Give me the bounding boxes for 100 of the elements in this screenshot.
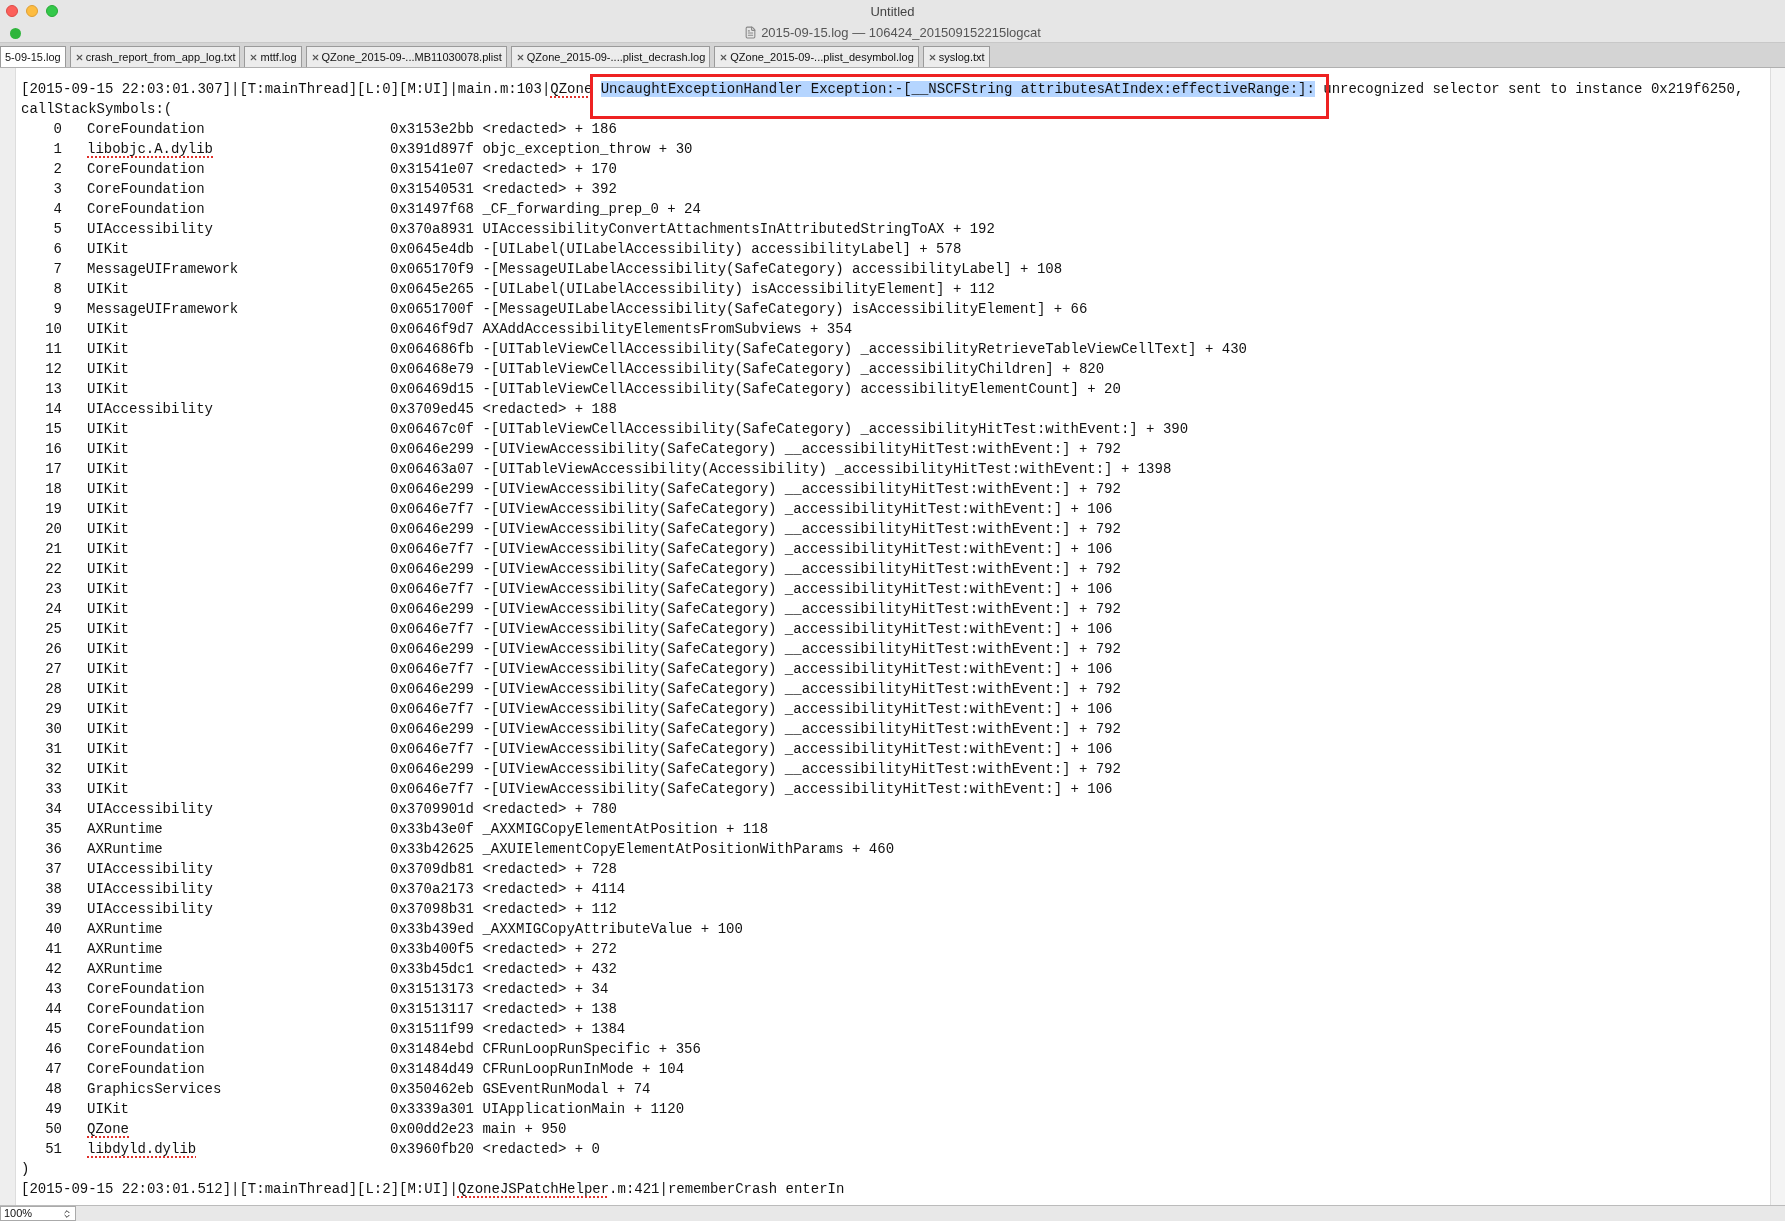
symbol-name: -[MessageUILabelAccessibility(SafeCategory) accessibilityLabel] + 108 [482,260,1063,279]
frame-index: 21 [44,540,62,559]
memory-address: 0x0646e7f7 [390,540,474,559]
frame-index: 8 [52,280,62,299]
library-name: UIKit [87,500,129,519]
close-icon[interactable] [74,52,84,62]
symbol-name: -[UIViewAccessibility(SafeCategory) _accessibilityHitTest:withEvent:] + 106 [482,740,1113,759]
memory-address: 0x0646e7f7 [390,700,474,719]
frame-index: 30 [44,720,62,739]
memory-address: 0x0646e7f7 [390,660,474,679]
library-name: UIKit [87,360,129,379]
memory-address: 0x0646e299 [390,720,474,739]
library-name: UIAccessibility [87,880,214,899]
zoom-selector[interactable]: 100% [0,1206,76,1221]
symbol-name: -[UIViewAccessibility(SafeCategory) __accessibilityHitTest:withEvent:] + 792 [482,720,1121,739]
symbol-name: -[UIViewAccessibility(SafeCategory) _accessibilityHitTest:withEvent:] + 106 [482,780,1113,799]
library-name: CoreFoundation [87,160,205,179]
memory-address: 0x0646e7f7 [390,740,474,759]
scrollbar[interactable] [1770,68,1785,1205]
symbol-name: <redacted> + 432 [482,960,617,979]
library-name: UIKit [87,280,129,299]
close-icon[interactable] [719,52,729,62]
selected-text: UncaughtExceptionHandler Exception:-[__NSCFString attributesAtIndex:effectiveRange:]: [600,81,1315,97]
memory-address: 0x370a2173 [390,880,474,899]
misspelled-word: QZone [550,80,593,99]
symbol-name: <redacted> + 170 [482,160,617,179]
memory-address: 0x0645e265 [390,280,474,299]
frame-index: 37 [44,860,62,879]
library-name: UIKit [87,480,129,499]
memory-address: 0x31513117 [390,1000,474,1019]
memory-address: 0x3960fb20 [390,1140,474,1159]
memory-address: 0x3709901d [390,800,474,819]
stepper-icon [62,1208,72,1219]
frame-index: 11 [44,340,62,359]
library-name: libdyld.dylib [87,1140,197,1159]
symbol-name: <redacted> + 780 [482,800,617,819]
tab[interactable]: QZone_2015-09-...plist_desymbol.log [714,46,919,67]
library-name: UIKit [87,660,129,679]
library-name: UIKit [87,680,129,699]
frame-index: 48 [44,1080,62,1099]
library-name: UIKit [87,340,129,359]
close-icon[interactable] [310,52,320,62]
frame-index: 20 [44,520,62,539]
memory-address: 0x00dd2e23 [390,1120,474,1139]
close-window-button[interactable] [6,5,18,17]
memory-address: 0x0646e299 [390,680,474,699]
library-name: AXRuntime [87,840,163,859]
memory-address: 0x33b439ed [390,920,474,939]
library-name: UIKit [87,720,129,739]
symbol-name: <redacted> + 728 [482,860,617,879]
library-name: CoreFoundation [87,1020,205,1039]
symbol-name: _AXUIElementCopyElementAtPositionWithParams + 460 [482,840,895,859]
frame-index: 17 [44,460,62,479]
symbol-name: objc_exception_throw + 30 [482,140,693,159]
library-name: UIAccessibility [87,220,214,239]
symbol-name: -[UIViewAccessibility(SafeCategory) __accessibilityHitTest:withEvent:] + 792 [482,680,1121,699]
library-name: CoreFoundation [87,1060,205,1079]
frame-index: 32 [44,760,62,779]
memory-address: 0x0646e7f7 [390,500,474,519]
frame-index: 19 [44,500,62,519]
symbol-name: -[UIViewAccessibility(SafeCategory) __accessibilityHitTest:withEvent:] + 792 [482,440,1121,459]
log-text: callStackSymbols:( [21,100,173,119]
library-name: MessageUIFramework [87,260,239,279]
memory-address: 0x370a8931 [390,220,474,239]
memory-address: 0x3709db81 [390,860,474,879]
memory-address: 0x391d897f [390,140,474,159]
tab[interactable]: 5-09-15.log [0,46,66,67]
symbol-name: <redacted> + 272 [482,940,617,959]
frame-index: 43 [44,980,62,999]
close-icon[interactable] [249,52,259,62]
memory-address: 0x0646f9d7 [390,320,474,339]
symbol-name: GSEventRunModal + 74 [482,1080,651,1099]
symbol-name: -[UIViewAccessibility(SafeCategory) __accessibilityHitTest:withEvent:] + 792 [482,480,1121,499]
memory-address: 0x0646e299 [390,560,474,579]
symbol-name: -[UITableViewCellAccessibility(SafeCategory) _accessibilityChildren] + 820 [482,360,1105,379]
frame-index: 45 [44,1020,62,1039]
close-icon[interactable] [927,52,937,62]
symbol-name: _AXXMIGCopyElementAtPosition + 118 [482,820,769,839]
tab[interactable]: QZone_2015-09-....plist_decrash.log [510,46,711,67]
memory-address: 0x31511f99 [390,1020,474,1039]
symbol-name: <redacted> + 0 [482,1140,601,1159]
tab[interactable]: crash_report_from_app_log.txt [69,46,241,67]
misspelled-word: QzoneJSPatchHelper [457,1180,610,1199]
symbol-name: <redacted> + 4114 [482,880,626,899]
tab[interactable]: mttf.log [244,46,302,67]
memory-address: 0x0646e299 [390,640,474,659]
memory-address: 0x31484ebd [390,1040,474,1059]
tab[interactable]: QZone_2015-09-...MB11030078.plist [305,46,507,67]
library-name: UIKit [87,580,129,599]
frame-index: 15 [44,420,62,439]
tab[interactable]: syslog.txt [922,46,990,67]
frame-index: 46 [44,1040,62,1059]
library-name: AXRuntime [87,920,163,939]
close-icon[interactable] [515,52,525,62]
memory-address: 0x06468e79 [390,360,474,379]
library-name: UIKit [87,740,129,759]
frame-index: 18 [44,480,62,499]
frame-index: 31 [44,740,62,759]
log-text: ) [21,1160,30,1179]
library-name: UIKit [87,760,129,779]
